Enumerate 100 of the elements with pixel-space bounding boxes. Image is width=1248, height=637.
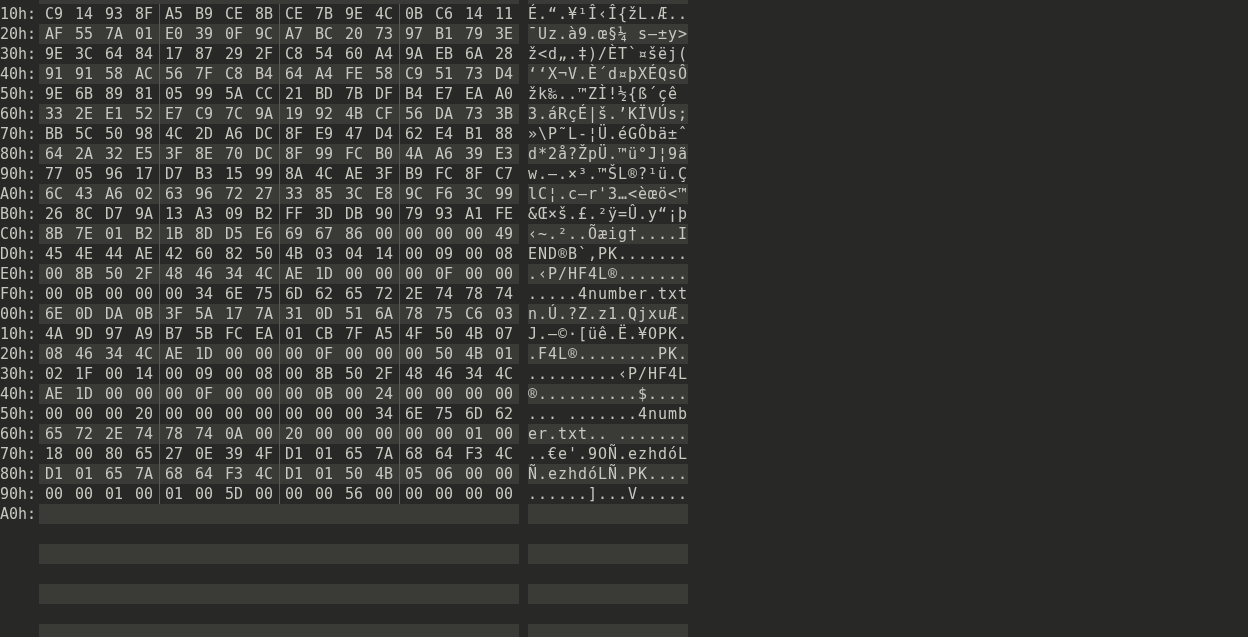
hex-byte: 00 [223, 364, 245, 384]
hex-byte: 7A [253, 304, 275, 324]
hex-byte: 7A [373, 444, 395, 464]
hex-byte: 01 [313, 444, 335, 464]
offset-label: 20h: [0, 24, 38, 44]
hex-byte: 04 [343, 244, 365, 264]
hex-byte: 00 [103, 384, 125, 404]
hex-byte: 39 [193, 24, 215, 44]
hex-byte: 7A [133, 464, 155, 484]
hex-byte: 73 [463, 64, 485, 84]
hex-byte: 6D [463, 404, 485, 424]
hex-byte: 05 [163, 84, 185, 104]
offset-label: 30h: [0, 364, 38, 384]
hex-byte: 5D [223, 484, 245, 504]
hex-byte: 17 [223, 304, 245, 324]
hex-byte: 50 [433, 324, 455, 344]
hex-byte: 63 [163, 184, 185, 204]
hex-byte: BC [313, 24, 335, 44]
hex-byte: 6E [223, 284, 245, 304]
hex-byte: 00 [463, 464, 485, 484]
hex-byte: 50 [103, 124, 125, 144]
hex-byte: 0B [313, 384, 335, 404]
hex-byte: A5 [373, 324, 395, 344]
hex-byte: 97 [103, 324, 125, 344]
hex-byte: 0A [223, 424, 245, 444]
hex-byte: B2 [253, 204, 275, 224]
hex-byte: A5 [163, 4, 185, 24]
hex-byte: 00 [253, 344, 275, 364]
hex-byte: 00 [103, 284, 125, 304]
hex-byte: 6A [373, 304, 395, 324]
hex-byte: 00 [163, 284, 185, 304]
hex-byte: 00 [73, 404, 95, 424]
hex-byte: 00 [493, 424, 515, 444]
hex-byte: FF [283, 204, 305, 224]
hex-byte: 4C [253, 264, 275, 284]
hex-byte: A4 [373, 44, 395, 64]
hex-byte: 50 [343, 464, 365, 484]
offset-label: 40h: [0, 64, 38, 84]
hex-byte: 1D [73, 384, 95, 404]
hex-byte: 3F [163, 144, 185, 164]
offset-label: 80h: [0, 144, 38, 164]
hex-byte: 00 [253, 484, 275, 504]
hex-byte: 62 [313, 284, 335, 304]
hex-byte: 87 [193, 44, 215, 64]
hex-byte: 00 [403, 424, 425, 444]
hex-byte: CE [283, 4, 305, 24]
ascii-text: n.Ú.?Z.z1.QjxuÆ. [528, 304, 688, 324]
hex-byte: E7 [163, 104, 185, 124]
hex-byte: 8E [193, 144, 215, 164]
ascii-text: .‹P/HF4L®....... [528, 264, 688, 284]
hex-byte: FC [433, 164, 455, 184]
hex-byte: EB [433, 44, 455, 64]
hex-byte: 00 [403, 484, 425, 504]
hex-byte: 00 [433, 484, 455, 504]
hex-byte: B4 [403, 84, 425, 104]
hex-byte: 6E [43, 304, 65, 324]
hex-byte: 4C [133, 344, 155, 364]
hex-byte: 00 [343, 424, 365, 444]
hex-byte: B7 [163, 324, 185, 344]
hex-byte: E4 [433, 124, 455, 144]
offset-label: F0h: [0, 284, 38, 304]
hex-byte: 2E [403, 284, 425, 304]
hex-byte: 01 [133, 24, 155, 44]
hex-byte: 2F [373, 364, 395, 384]
hex-byte: 14 [133, 364, 155, 384]
hex-byte: 89 [103, 84, 125, 104]
hex-byte: 4B [283, 244, 305, 264]
hex-byte: 07 [493, 324, 515, 344]
hex-byte: 2A [73, 144, 95, 164]
hex-byte: C9 [43, 4, 65, 24]
ascii-text: É.“.¥¹Î‹Î{žL.Æ.. [528, 4, 688, 24]
hex-byte: AE [133, 244, 155, 264]
hex-byte: 48 [403, 364, 425, 384]
hex-byte: 34 [103, 344, 125, 364]
hex-byte: 29 [223, 44, 245, 64]
hex-byte: 39 [463, 144, 485, 164]
hex-byte: 72 [223, 184, 245, 204]
hex-byte: 7A [103, 24, 125, 44]
hex-byte: 56 [403, 104, 425, 124]
hex-byte: 39 [223, 444, 245, 464]
hex-byte: 9D [73, 324, 95, 344]
hex-byte: 0E [193, 444, 215, 464]
hex-byte: 00 [433, 384, 455, 404]
hex-byte: 0B [403, 4, 425, 24]
hex-byte: 51 [433, 64, 455, 84]
offset-label: 90h: [0, 484, 38, 504]
hex-byte: 81 [133, 84, 155, 104]
hex-byte: 2E [103, 424, 125, 444]
hex-byte: 7B [343, 84, 365, 104]
hex-byte: 68 [403, 444, 425, 464]
hex-byte: A6 [433, 144, 455, 164]
hex-byte: 03 [313, 244, 335, 264]
hex-byte: 08 [43, 344, 65, 364]
hex-byte: 42 [163, 244, 185, 264]
hex-byte: 64 [283, 64, 305, 84]
hex-byte: 00 [493, 384, 515, 404]
hex-byte: 77 [43, 164, 65, 184]
hex-byte: 82 [223, 244, 245, 264]
hex-byte: 2E [73, 104, 95, 124]
hex-byte: 3C [73, 44, 95, 64]
